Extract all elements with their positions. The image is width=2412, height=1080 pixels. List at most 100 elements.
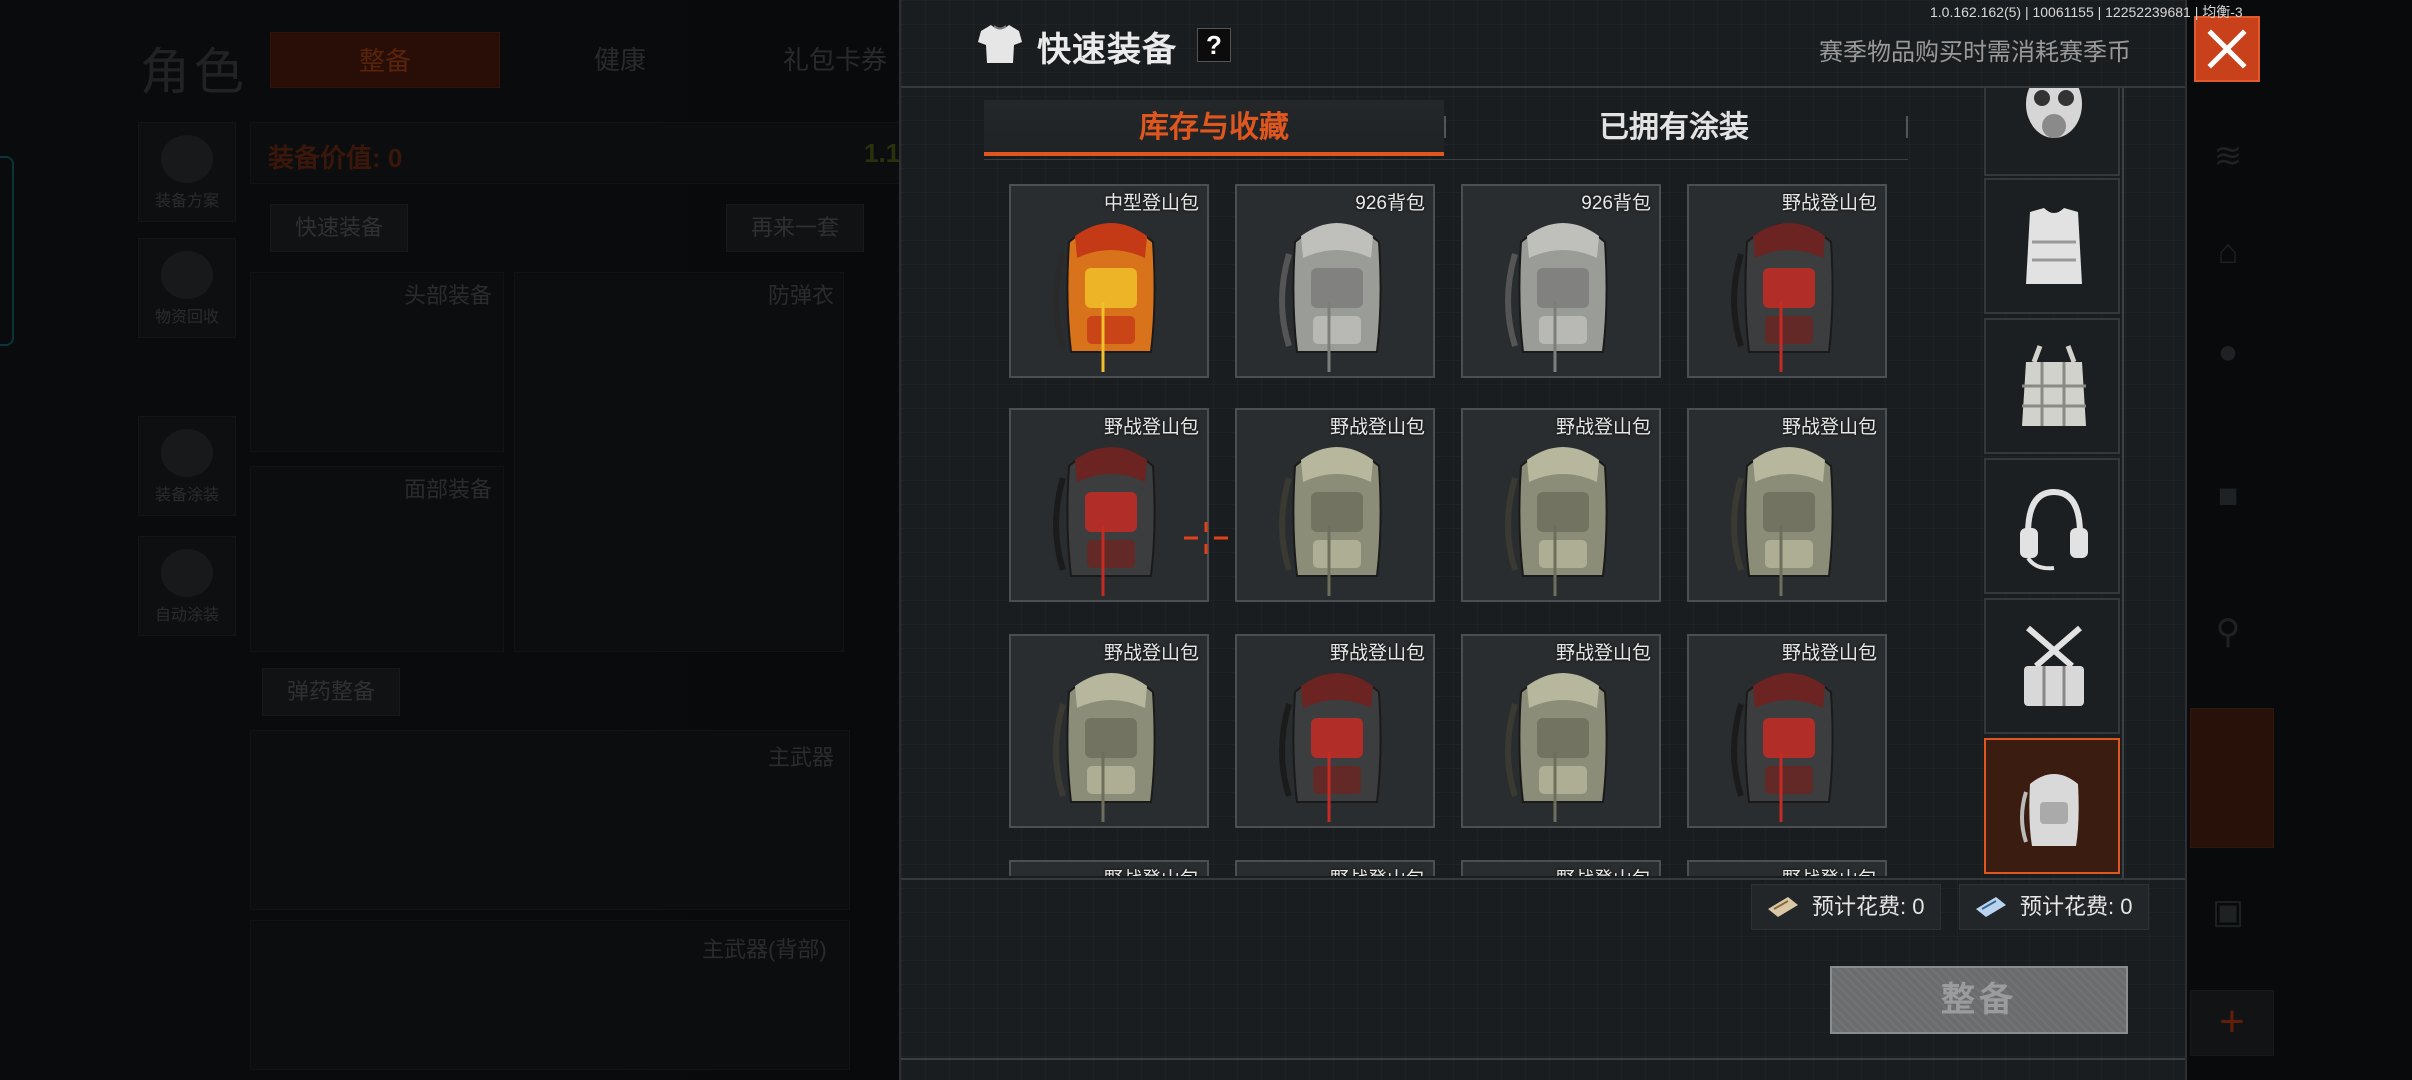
item-card[interactable]: 野战登山包 bbox=[1235, 408, 1435, 602]
item-card[interactable]: 中型登山包 bbox=[1009, 184, 1209, 378]
cost-season: 预计花费: 0 bbox=[1751, 884, 1942, 930]
item-card[interactable]: 野战登山包 bbox=[1687, 634, 1887, 828]
left-edge-handle[interactable] bbox=[0, 156, 14, 346]
background-title: 角色 bbox=[140, 44, 248, 100]
item-name: 926背包 bbox=[1581, 193, 1651, 214]
quick-equip-modal: 快速装备 ? 赛季物品购买时需消耗赛季币 库存与收藏 已拥有涂装 中型登山包 92… bbox=[899, 0, 2187, 1080]
category-headset[interactable] bbox=[1984, 458, 2120, 594]
item-name: 野战登山包 bbox=[1555, 417, 1651, 438]
modal-bottom-line bbox=[901, 1058, 2185, 1060]
close-button[interactable] bbox=[2194, 16, 2260, 82]
grenade-icon[interactable]: ● bbox=[2196, 320, 2260, 384]
armor-slot-label: 防弹衣 bbox=[768, 283, 835, 308]
item-name: 野战登山包 bbox=[1556, 864, 1651, 876]
item-name: 野战登山包 bbox=[1781, 417, 1877, 438]
modal-tabs: 库存与收藏 已拥有涂装 bbox=[984, 96, 1908, 160]
backpack-icon bbox=[1731, 673, 1834, 822]
side-button-paint[interactable]: 装备涂装 bbox=[138, 416, 236, 516]
layers-icon[interactable]: ≋ bbox=[2196, 124, 2260, 188]
category-belt-pouch[interactable] bbox=[1984, 598, 2120, 734]
cost-season-label: 预计花费: 0 bbox=[1812, 894, 1925, 919]
modal-title: 快速装备 bbox=[1037, 31, 1177, 69]
item-name: 野战登山包 bbox=[1555, 643, 1651, 664]
category-backpack[interactable] bbox=[1984, 738, 2120, 874]
item-card[interactable]: 野战登山包 bbox=[1687, 860, 1887, 876]
equip-value: 装备价值: 0 bbox=[268, 143, 403, 173]
background-quick-equip-button[interactable]: 快速装备 bbox=[270, 204, 409, 252]
backpack-icon bbox=[1505, 673, 1608, 822]
category-body-armor[interactable] bbox=[1984, 178, 2120, 314]
helmet-icon bbox=[161, 135, 213, 183]
backpack-icon bbox=[1505, 223, 1608, 372]
background-tab-gift[interactable]: 礼包卡券 bbox=[770, 32, 900, 88]
brush-icon bbox=[161, 549, 213, 597]
home-icon[interactable]: ⌂ bbox=[2196, 220, 2260, 284]
side-button-recycle[interactable]: 物资回收 bbox=[138, 238, 236, 338]
season-note: 赛季物品购买时需消耗赛季币 bbox=[1819, 39, 2131, 66]
category-chest-rig[interactable] bbox=[1984, 318, 2120, 454]
box-icon[interactable]: ■ bbox=[2196, 464, 2260, 528]
item-card[interactable]: 野战登山包 bbox=[1235, 860, 1435, 876]
item-name: 野战登山包 bbox=[1329, 643, 1425, 664]
help-button[interactable]: ? bbox=[1197, 28, 1231, 62]
backpack-icon bbox=[1505, 447, 1608, 596]
recycle-icon bbox=[161, 251, 213, 299]
item-card[interactable]: 野战登山包 bbox=[1235, 634, 1435, 828]
tab-separator bbox=[1444, 116, 1446, 138]
backpack-icon bbox=[1731, 447, 1834, 596]
chest-rig-icon bbox=[2022, 345, 2086, 426]
side-button-auto-paint[interactable]: 自动涂装 bbox=[138, 536, 236, 636]
armor-slot[interactable] bbox=[514, 272, 844, 652]
background-tab-health[interactable]: 健康 bbox=[560, 32, 680, 88]
item-name: 野战登山包 bbox=[1781, 643, 1877, 664]
backpack-icon bbox=[2020, 774, 2079, 846]
background-again-button[interactable]: 再来一套 bbox=[726, 204, 865, 252]
main-weapon-label: 主武器 bbox=[768, 745, 835, 770]
blue-ticket-icon bbox=[1976, 897, 2006, 917]
background-ammo-button[interactable]: 弹药整备 bbox=[262, 668, 401, 716]
modal-footer-divider bbox=[901, 878, 2185, 880]
item-name: 野战登山包 bbox=[1103, 643, 1199, 664]
backpack-icon bbox=[1279, 447, 1382, 596]
equip-value-right: 1.1 bbox=[864, 138, 901, 168]
body-armor-icon bbox=[2026, 208, 2082, 284]
item-name: 野战登山包 bbox=[1329, 417, 1425, 438]
soldier-icon bbox=[161, 429, 213, 477]
item-name: 野战登山包 bbox=[1782, 864, 1877, 876]
main-weapon-slot[interactable] bbox=[250, 730, 850, 910]
item-grid: 中型登山包 926背包 926背包 野战登山包 野战登山包 野战登山包 野战登山包 野战登山包… bbox=[1009, 184, 1889, 876]
item-name: 野战登山包 bbox=[1781, 193, 1877, 214]
ticket-shortcut[interactable] bbox=[2190, 708, 2274, 848]
screen-root: 角色 整备 健康 礼包卡券 装备方案 物资回收 装备涂装 自动涂装 装备价值: … bbox=[0, 0, 2412, 1080]
item-card[interactable]: 野战登山包 bbox=[1687, 408, 1887, 602]
package-icon[interactable]: ▣ bbox=[2196, 880, 2260, 944]
add-button[interactable]: + bbox=[2190, 990, 2274, 1056]
tab-owned-skins[interactable]: 已拥有涂装 bbox=[1444, 100, 1904, 156]
background-tab-equip[interactable]: 整备 bbox=[270, 32, 500, 88]
side-button-equip-plan[interactable]: 装备方案 bbox=[138, 122, 236, 222]
item-card[interactable]: 野战登山包 bbox=[1009, 860, 1209, 876]
equip-button[interactable]: 整备 bbox=[1830, 966, 2128, 1034]
category-gas-mask[interactable] bbox=[1984, 88, 2120, 176]
shirt-icon bbox=[978, 25, 1022, 63]
headset-icon bbox=[2020, 488, 2088, 571]
item-card[interactable]: 926背包 bbox=[1461, 184, 1661, 378]
item-card[interactable]: 野战登山包 bbox=[1461, 634, 1661, 828]
item-card[interactable]: 926背包 bbox=[1235, 184, 1435, 378]
item-card[interactable]: 野战登山包 bbox=[1461, 408, 1661, 602]
belt-pouch-icon bbox=[2024, 625, 2084, 706]
item-card[interactable]: 野战登山包 bbox=[1009, 634, 1209, 828]
category-column bbox=[1984, 88, 2124, 878]
tab-inventory[interactable]: 库存与收藏 bbox=[984, 100, 1444, 156]
item-card[interactable]: 野战登山包 bbox=[1461, 860, 1661, 876]
backpack-icon bbox=[1053, 447, 1156, 596]
version-info: 1.0.162.162(5) | 10061155 | 12252239681 … bbox=[1930, 4, 2243, 20]
item-card[interactable]: 野战登山包 bbox=[1687, 184, 1887, 378]
backpack-icon bbox=[1731, 223, 1834, 372]
cost-coin: 预计花费: 0 bbox=[1959, 884, 2150, 930]
tab-separator bbox=[1906, 116, 1908, 138]
main-weapon-back-label: 主武器(背部) bbox=[702, 937, 827, 962]
crosshair-icon bbox=[1184, 522, 1228, 554]
item-card[interactable]: 野战登山包 bbox=[1009, 408, 1209, 602]
wrench-icon[interactable]: ⚲ bbox=[2196, 600, 2260, 664]
